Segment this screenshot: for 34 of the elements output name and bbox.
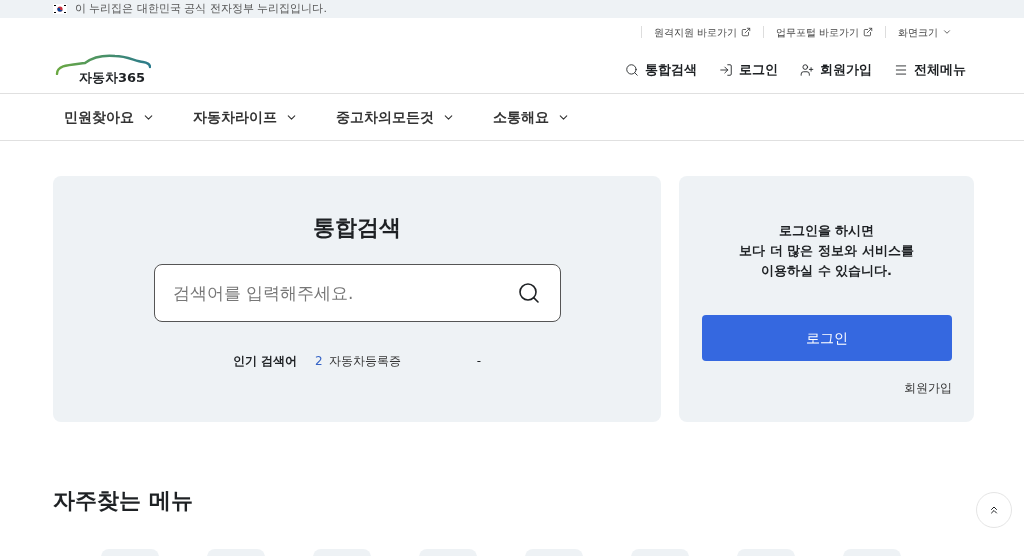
- login-message: 로그인을 하시면 보다 더 많은 정보와 서비스를 이용하실 수 있습니다.: [739, 222, 914, 280]
- login-icon: [719, 62, 733, 77]
- banner-text: 이 누리집은 대한민국 공식 전자정부 누리집입니다.: [75, 0, 327, 17]
- flag-icon: [53, 4, 67, 14]
- login-button[interactable]: 로그인: [701, 315, 952, 361]
- popular-label: 인기 검색어: [232, 353, 298, 370]
- nav-menu-item[interactable]: 소통해요: [493, 106, 570, 128]
- external-link-icon: [740, 27, 751, 37]
- search-icon[interactable]: [516, 281, 541, 305]
- external-link-icon: [863, 27, 873, 37]
- scroll-top-button[interactable]: [976, 492, 1012, 528]
- header-link[interactable]: 로그인: [719, 59, 778, 80]
- utility-link[interactable]: 원격지원 바로가기: [653, 24, 751, 40]
- signup-link[interactable]: 회원가입: [904, 379, 952, 397]
- double-chevron-up-icon: [988, 504, 1000, 516]
- nav-menu-item[interactable]: 자동차라이프: [193, 106, 298, 128]
- separator-text: -: [476, 353, 482, 370]
- popular-keyword[interactable]: 2 자동차등록증: [315, 352, 401, 370]
- signup-icon: [800, 62, 814, 77]
- header-link[interactable]: 통합검색: [625, 59, 697, 80]
- utility-link[interactable]: 화면크기: [898, 24, 952, 40]
- nav-menu-item[interactable]: 중고차의모든것: [336, 106, 455, 128]
- nav-menu-item[interactable]: 민원찾아요: [64, 106, 155, 128]
- logo[interactable]: 자동차365: [55, 52, 151, 87]
- section-title: 자주찾는 메뉴: [53, 487, 193, 515]
- header-link[interactable]: 회원가입: [800, 59, 872, 80]
- chevron-down-icon: [942, 27, 952, 37]
- search-title: 통합검색: [313, 214, 401, 242]
- search-field[interactable]: 검색어를 입력해주세요.: [153, 264, 561, 322]
- header-link[interactable]: 전체메뉴: [894, 59, 966, 80]
- logo-text: 자동차365: [79, 68, 146, 87]
- menu-icon: [894, 62, 908, 77]
- utility-link[interactable]: 업무포털 바로가기: [775, 24, 873, 40]
- search-icon: [625, 62, 639, 77]
